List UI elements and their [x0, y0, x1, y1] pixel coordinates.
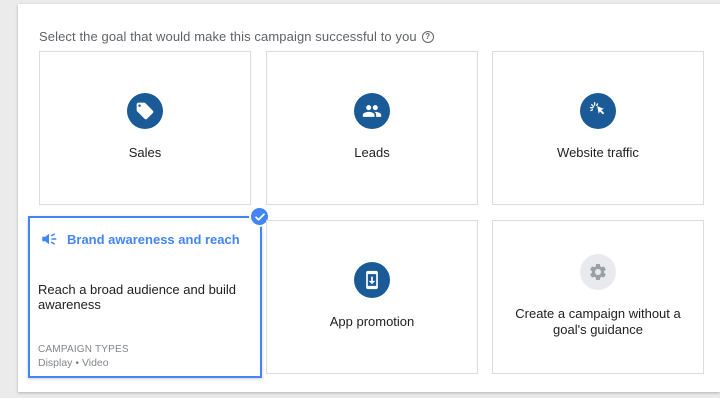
goal-card-no-goal[interactable]: Create a campaign without a goal's guida… — [492, 220, 704, 374]
goal-prompt-text: Select the goal that would make this cam… — [39, 29, 417, 44]
megaphone-icon — [39, 230, 59, 248]
goal-description: Reach a broad audience and build awarene… — [38, 282, 237, 312]
cursor-click-icon — [580, 93, 616, 129]
goal-label: Leads — [354, 145, 390, 160]
people-icon — [354, 93, 390, 129]
goal-label: Website traffic — [557, 145, 639, 160]
campaign-types-list: Display • Video — [38, 357, 109, 369]
gear-icon — [580, 254, 616, 290]
goal-card-website-traffic[interactable]: Website traffic — [492, 51, 704, 205]
help-icon[interactable]: ? — [421, 30, 434, 43]
goal-card-app-promotion[interactable]: App promotion — [266, 220, 478, 374]
tag-icon — [127, 93, 163, 129]
goal-card-brand-awareness[interactable]: Brand awareness and reach Reach a broad … — [28, 216, 262, 378]
selected-goal-header: Brand awareness and reach — [39, 230, 240, 248]
goal-prompt: Select the goal that would make this cam… — [39, 29, 434, 44]
goal-card-sales[interactable]: Sales — [39, 51, 251, 205]
phone-download-icon — [354, 262, 390, 298]
goal-label: Sales — [128, 145, 162, 160]
goal-label: App promotion — [329, 314, 415, 329]
goal-label: Create a campaign without a goal's guida… — [515, 306, 681, 337]
campaign-types-label: CAMPAIGN TYPES — [38, 344, 129, 355]
goal-card-leads[interactable]: Leads — [266, 51, 478, 205]
goal-title: Brand awareness and reach — [67, 231, 240, 247]
